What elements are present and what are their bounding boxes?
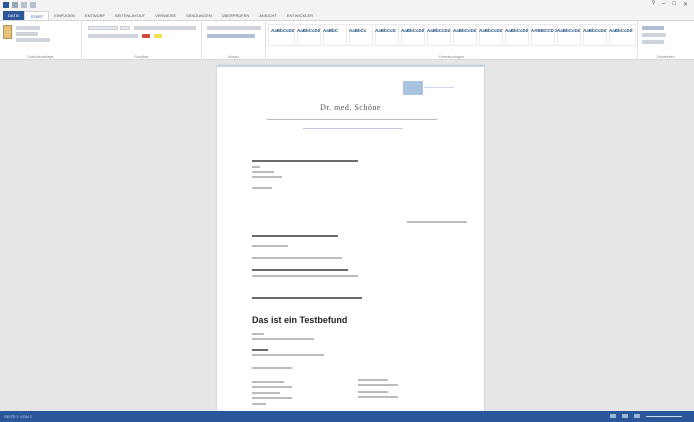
find-button[interactable] [642, 26, 664, 30]
findings-heading [252, 297, 362, 299]
group-font: Schriftart [82, 21, 202, 60]
tab-references[interactable]: VERWEISE [150, 11, 181, 20]
status-left: SEITE 1 VON 1 [4, 414, 52, 419]
body-line [252, 333, 264, 335]
body-line [252, 338, 314, 340]
group-label: Schriftart [134, 55, 149, 59]
therapy-text [252, 354, 324, 356]
font-tools-row-1[interactable] [134, 26, 196, 30]
signature-right [358, 379, 388, 381]
maximize-icon[interactable]: □ [672, 1, 676, 8]
subject-line [252, 235, 338, 237]
therapy-heading [252, 349, 268, 351]
recipient-line [252, 160, 358, 162]
body-line [252, 257, 342, 259]
group-label: Zwischenablage [27, 55, 54, 59]
doctor-name: Dr. med. Schöne [320, 103, 381, 112]
recipient-line [252, 187, 272, 189]
signature-right [358, 384, 398, 386]
signature-left [252, 392, 280, 394]
replace-button[interactable] [642, 33, 666, 37]
align-buttons-row[interactable] [207, 34, 255, 38]
font-name-select[interactable] [88, 26, 118, 30]
tab-design[interactable]: ENTWURF [80, 11, 110, 20]
group-paragraph: Absatz [202, 21, 266, 60]
title-bar: ? – □ ✕ [0, 0, 694, 11]
status-bar: SEITE 1 VON 1 [0, 411, 694, 422]
bold-italic-underline-row[interactable] [88, 34, 138, 38]
practice-logo [403, 81, 423, 95]
highlight-button[interactable] [154, 34, 162, 38]
read-mode-icon[interactable] [610, 414, 616, 418]
closing-line [252, 367, 292, 369]
list-buttons-row[interactable] [207, 26, 261, 30]
close-icon[interactable]: ✕ [683, 1, 688, 8]
ribbon-panel: Zwischenablage Schriftart Absatz AaBbCcD… [0, 20, 694, 60]
font-color-button[interactable] [142, 34, 150, 38]
date-text [407, 221, 467, 223]
header-contact-line [303, 128, 403, 129]
signature-right [358, 396, 398, 398]
body-title: Das ist ein Testbefund [252, 315, 348, 325]
diagnosis-heading [252, 269, 348, 271]
signature-left [252, 381, 284, 383]
cut-button[interactable] [16, 26, 40, 30]
document-page[interactable]: Dr. med. Schöne Das ist ein Testbefund [217, 65, 484, 411]
tab-insert[interactable]: EINFÜGEN [49, 11, 80, 20]
font-size-select[interactable] [120, 26, 130, 30]
signature-left [252, 397, 292, 399]
diagnosis-text [252, 275, 358, 277]
paste-button[interactable] [3, 25, 12, 39]
quick-access-toolbar [3, 2, 36, 8]
salutation-line [252, 245, 288, 247]
tab-file[interactable]: DATEI [3, 11, 25, 20]
group-label: Absatz [228, 55, 239, 59]
status-right [610, 414, 688, 418]
tab-home[interactable]: START [24, 11, 50, 20]
page-header-bar [217, 65, 484, 67]
group-clipboard: Zwischenablage [0, 21, 82, 60]
signature-right [358, 391, 388, 393]
select-button[interactable] [642, 40, 664, 44]
group-label: Bearbeiten [657, 55, 675, 59]
zoom-slider[interactable] [646, 415, 682, 417]
group-label: Formatvorlagen [438, 55, 465, 59]
minimize-icon[interactable]: – [662, 1, 665, 8]
undo-icon[interactable] [21, 2, 27, 8]
page-count[interactable]: SEITE 1 VON 1 [4, 414, 32, 419]
header-address-line [267, 119, 437, 120]
tab-layout[interactable]: SEITENLAYOUT [110, 11, 150, 20]
window-controls: ? – □ ✕ [652, 1, 688, 8]
word-logo-icon [3, 2, 9, 8]
style-gallery-item[interactable]: AaBbCcDd [606, 24, 636, 46]
copy-button[interactable] [16, 32, 38, 36]
redo-icon[interactable] [30, 2, 36, 8]
save-icon[interactable] [12, 2, 18, 8]
web-layout-icon[interactable] [634, 414, 640, 418]
help-icon[interactable]: ? [652, 1, 655, 8]
tab-mailings[interactable]: SENDUNGEN [181, 11, 217, 20]
signature-left [252, 403, 266, 405]
tab-review[interactable]: ÜBERPRÜFEN [217, 11, 255, 20]
group-editing: Bearbeiten [638, 21, 694, 60]
recipient-line [252, 171, 274, 173]
signature-left [252, 386, 292, 388]
logo-caption [424, 87, 454, 88]
tab-view[interactable]: ANSICHT [254, 11, 282, 20]
document-canvas[interactable]: Dr. med. Schöne Das ist ein Testbefund [0, 60, 694, 411]
format-painter-button[interactable] [16, 38, 50, 42]
group-styles: AaBbCcDd AaBbCcDd AaBbC AaBbCc AaBbCcD A… [266, 21, 638, 60]
recipient-line [252, 166, 260, 168]
tab-developer[interactable]: ENTWICKLER [282, 11, 318, 20]
ribbon-tabs: DATEI START EINFÜGEN ENTWURF SEITENLAYOU… [0, 11, 694, 20]
recipient-line [252, 176, 282, 178]
print-layout-icon[interactable] [622, 414, 628, 418]
